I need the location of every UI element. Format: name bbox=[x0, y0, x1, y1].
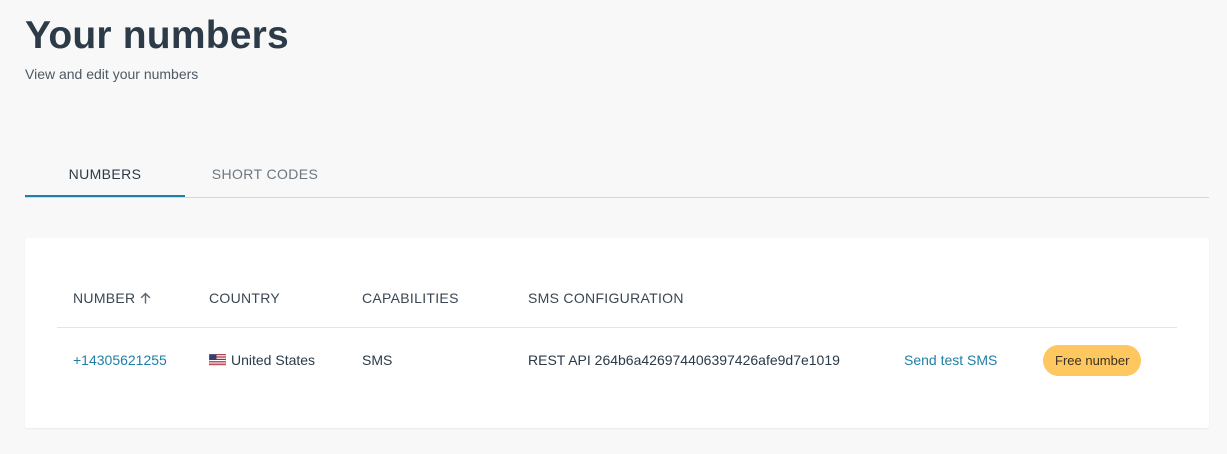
sms-configuration-cell: REST API 264b6a426974406397426afe9d7e101… bbox=[528, 352, 840, 368]
tab-numbers[interactable]: NUMBERS bbox=[25, 152, 185, 197]
tab-bar: NUMBERS SHORT CODES bbox=[25, 152, 1209, 198]
capabilities-cell: SMS bbox=[362, 352, 393, 368]
column-header-number[interactable]: NUMBER bbox=[73, 290, 151, 307]
arrow-up-icon bbox=[140, 291, 151, 307]
page-title: Your numbers bbox=[25, 14, 289, 57]
country-cell: United States bbox=[208, 352, 315, 368]
tab-short-codes[interactable]: SHORT CODES bbox=[185, 152, 345, 197]
us-flag-icon bbox=[208, 353, 227, 367]
page-subtitle: View and edit your numbers bbox=[25, 66, 199, 82]
send-test-sms-link[interactable]: Send test SMS bbox=[904, 352, 997, 368]
column-header-country: COUNTRY bbox=[209, 290, 281, 306]
table-header: NUMBER COUNTRY CAPABILITIES SMS CONFIGUR… bbox=[57, 290, 1177, 328]
table-row: +14305621255 United States SMS REST API … bbox=[57, 342, 1177, 378]
column-header-capabilities: CAPABILITIES bbox=[362, 290, 459, 306]
numbers-table-card: NUMBER COUNTRY CAPABILITIES SMS CONFIGUR… bbox=[25, 238, 1209, 428]
phone-number-link[interactable]: +14305621255 bbox=[73, 352, 167, 368]
column-header-sms-configuration: SMS CONFIGURATION bbox=[528, 290, 684, 306]
free-number-badge: Free number bbox=[1043, 345, 1142, 376]
